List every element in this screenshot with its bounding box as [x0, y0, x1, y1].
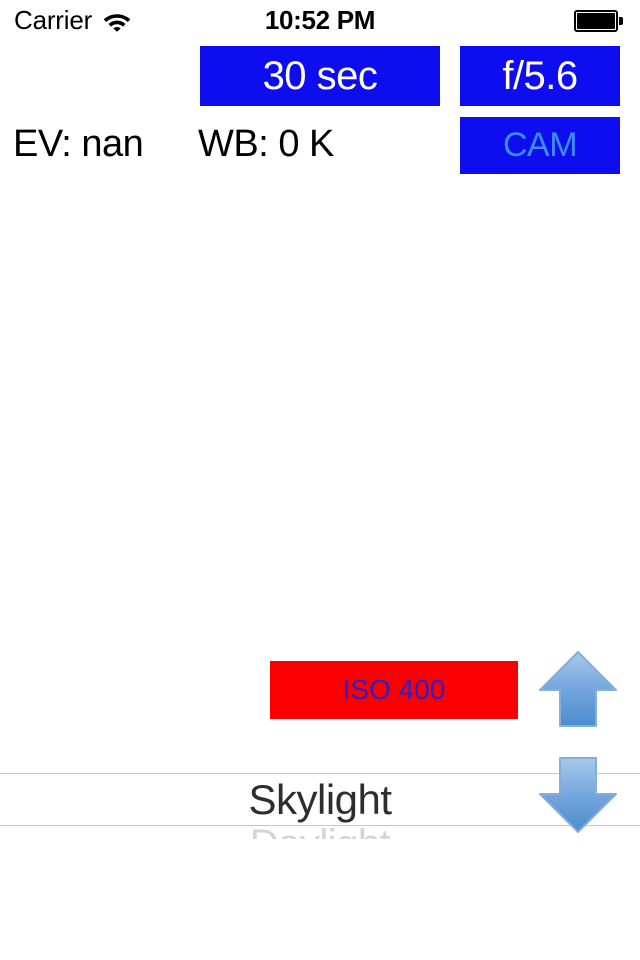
- cam-button[interactable]: CAM: [460, 117, 620, 174]
- status-bar: Carrier 10:52 PM: [0, 0, 640, 40]
- battery-fill: [577, 13, 615, 29]
- iso-increase-button[interactable]: [536, 648, 620, 732]
- ev-readout: EV: nan: [13, 123, 144, 165]
- iso-decrease-button[interactable]: [536, 752, 620, 836]
- arrow-down-icon: [539, 757, 617, 833]
- picker-next-row-label: Daylight: [250, 826, 391, 839]
- shutter-speed-button[interactable]: 30 sec: [200, 46, 440, 106]
- aperture-button[interactable]: f/5.6: [460, 46, 620, 106]
- battery-full-icon: [574, 10, 626, 32]
- arrow-up-icon: [539, 651, 617, 727]
- wb-readout: WB: 0 K: [198, 123, 334, 165]
- status-time: 10:52 PM: [264, 5, 376, 35]
- battery-nub: [619, 17, 623, 25]
